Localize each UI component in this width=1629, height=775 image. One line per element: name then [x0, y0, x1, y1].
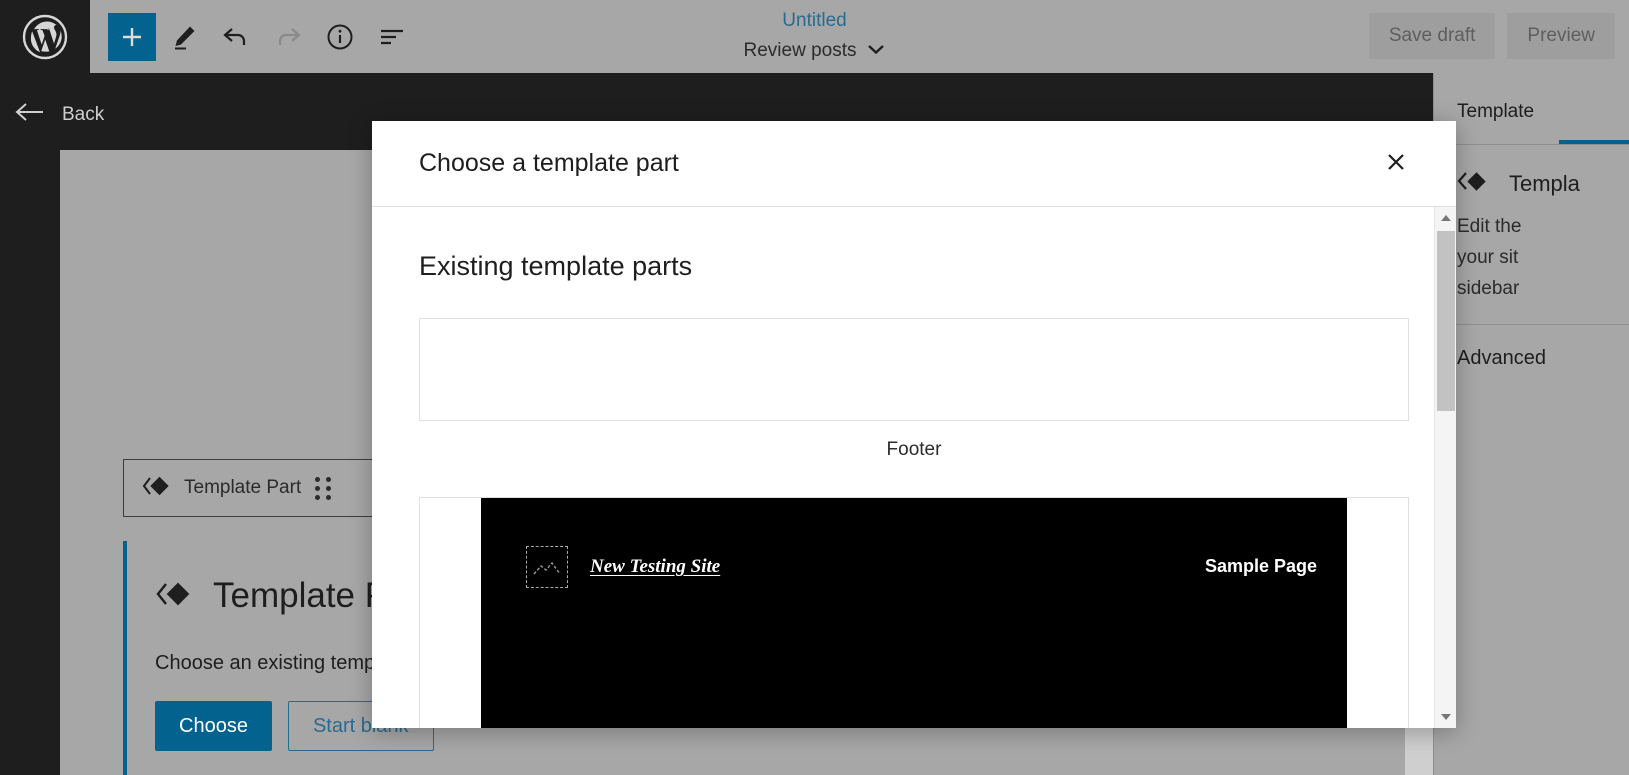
template-parts-list: Footer New Testing Site Sample Page — [419, 318, 1409, 728]
description-line: Edit the — [1457, 216, 1522, 237]
close-icon — [1384, 150, 1408, 177]
existing-parts-heading: Existing template parts — [419, 251, 693, 281]
document-subtitle-dropdown[interactable]: Review posts — [744, 38, 886, 64]
header-preview-site-name: New Testing Site — [590, 556, 721, 577]
sidebar-block-name: Templa — [1509, 170, 1580, 196]
modal-close-button[interactable] — [1378, 146, 1414, 182]
sidebar-tabs: Template — [1434, 73, 1629, 145]
document-subtitle: Review posts — [743, 40, 857, 61]
undo-icon — [221, 24, 251, 50]
template-part-caption: Footer — [886, 439, 942, 460]
modal-scroll-down-button[interactable] — [1435, 706, 1456, 728]
details-button[interactable] — [316, 13, 364, 61]
placeholder-title: Template P — [213, 576, 389, 615]
template-part-icon — [142, 474, 170, 503]
pencil-icon — [170, 23, 198, 51]
tab-active-indicator — [1559, 140, 1629, 144]
undo-button[interactable] — [212, 13, 260, 61]
preview-button[interactable]: Preview — [1507, 13, 1615, 59]
modal-header: Choose a template part — [372, 121, 1456, 207]
tab-template[interactable]: Template — [1457, 101, 1534, 123]
choose-button[interactable]: Choose — [155, 701, 272, 751]
toolbar-actions: Save draft Preview — [1368, 13, 1615, 59]
wordpress-logo-icon[interactable] — [0, 0, 90, 73]
list-view-icon — [378, 26, 406, 48]
triangle-up-icon — [1441, 215, 1451, 221]
block-toolbar-label: Template Part — [184, 477, 302, 498]
info-icon — [326, 23, 354, 51]
sidebar-block-header: Templa — [1457, 168, 1629, 199]
document-title[interactable]: Untitled — [782, 8, 846, 34]
redo-button[interactable] — [264, 13, 312, 61]
description-line: sidebar — [1457, 278, 1520, 299]
template-part-icon — [155, 578, 193, 615]
arrow-left-icon — [14, 100, 44, 129]
modal-body: Existing template parts Footer New Testi… — [372, 207, 1456, 728]
triangle-down-icon — [1441, 714, 1451, 720]
redo-icon — [273, 24, 303, 50]
modal-title: Choose a template part — [419, 149, 679, 177]
app-root: Back New Testing Just another N T Templa… — [0, 0, 1629, 775]
toolbar-tools — [108, 12, 416, 61]
modal-scroll-up-button[interactable] — [1435, 207, 1456, 229]
sidebar-block-section: Templa Edit the your sit sidebar — [1434, 145, 1629, 325]
modal-scrollbar-thumb[interactable] — [1437, 231, 1455, 411]
list-view-button[interactable] — [368, 13, 416, 61]
settings-sidebar: Template Templa Edit the your sit sideba… — [1433, 73, 1629, 775]
template-part-preview-footer[interactable] — [419, 318, 1409, 421]
edit-tool-button[interactable] — [160, 13, 208, 61]
back-button[interactable]: Back — [14, 100, 104, 129]
save-draft-button[interactable]: Save draft — [1368, 13, 1496, 59]
editor-top-bar: Untitled Review posts Save draft Preview — [0, 0, 1629, 73]
back-label: Back — [62, 103, 105, 125]
description-line: your sit — [1457, 247, 1519, 268]
add-block-button[interactable] — [108, 12, 156, 61]
image-placeholder-icon — [526, 546, 568, 588]
template-part-icon — [1457, 168, 1489, 199]
sidebar-block-description: Edit the your sit sidebar — [1457, 211, 1629, 304]
chevron-down-icon — [866, 38, 886, 64]
template-part-preview-header[interactable]: New Testing Site Sample Page — [419, 497, 1409, 728]
drag-handle-icon[interactable] — [315, 476, 332, 500]
header-preview-menu-item: Sample Page — [1204, 556, 1317, 576]
list-item[interactable]: Footer — [419, 318, 1409, 483]
header-preview-branding: New Testing Site — [526, 546, 720, 588]
header-preview-canvas: New Testing Site Sample Page — [481, 498, 1347, 728]
plus-icon — [119, 24, 145, 50]
list-item[interactable]: New Testing Site Sample Page — [419, 497, 1409, 728]
choose-template-part-modal: Choose a template part Existing template… — [372, 121, 1456, 728]
sidebar-advanced-panel[interactable]: Advanced — [1434, 325, 1629, 370]
modal-scrollbar[interactable] — [1434, 207, 1456, 728]
